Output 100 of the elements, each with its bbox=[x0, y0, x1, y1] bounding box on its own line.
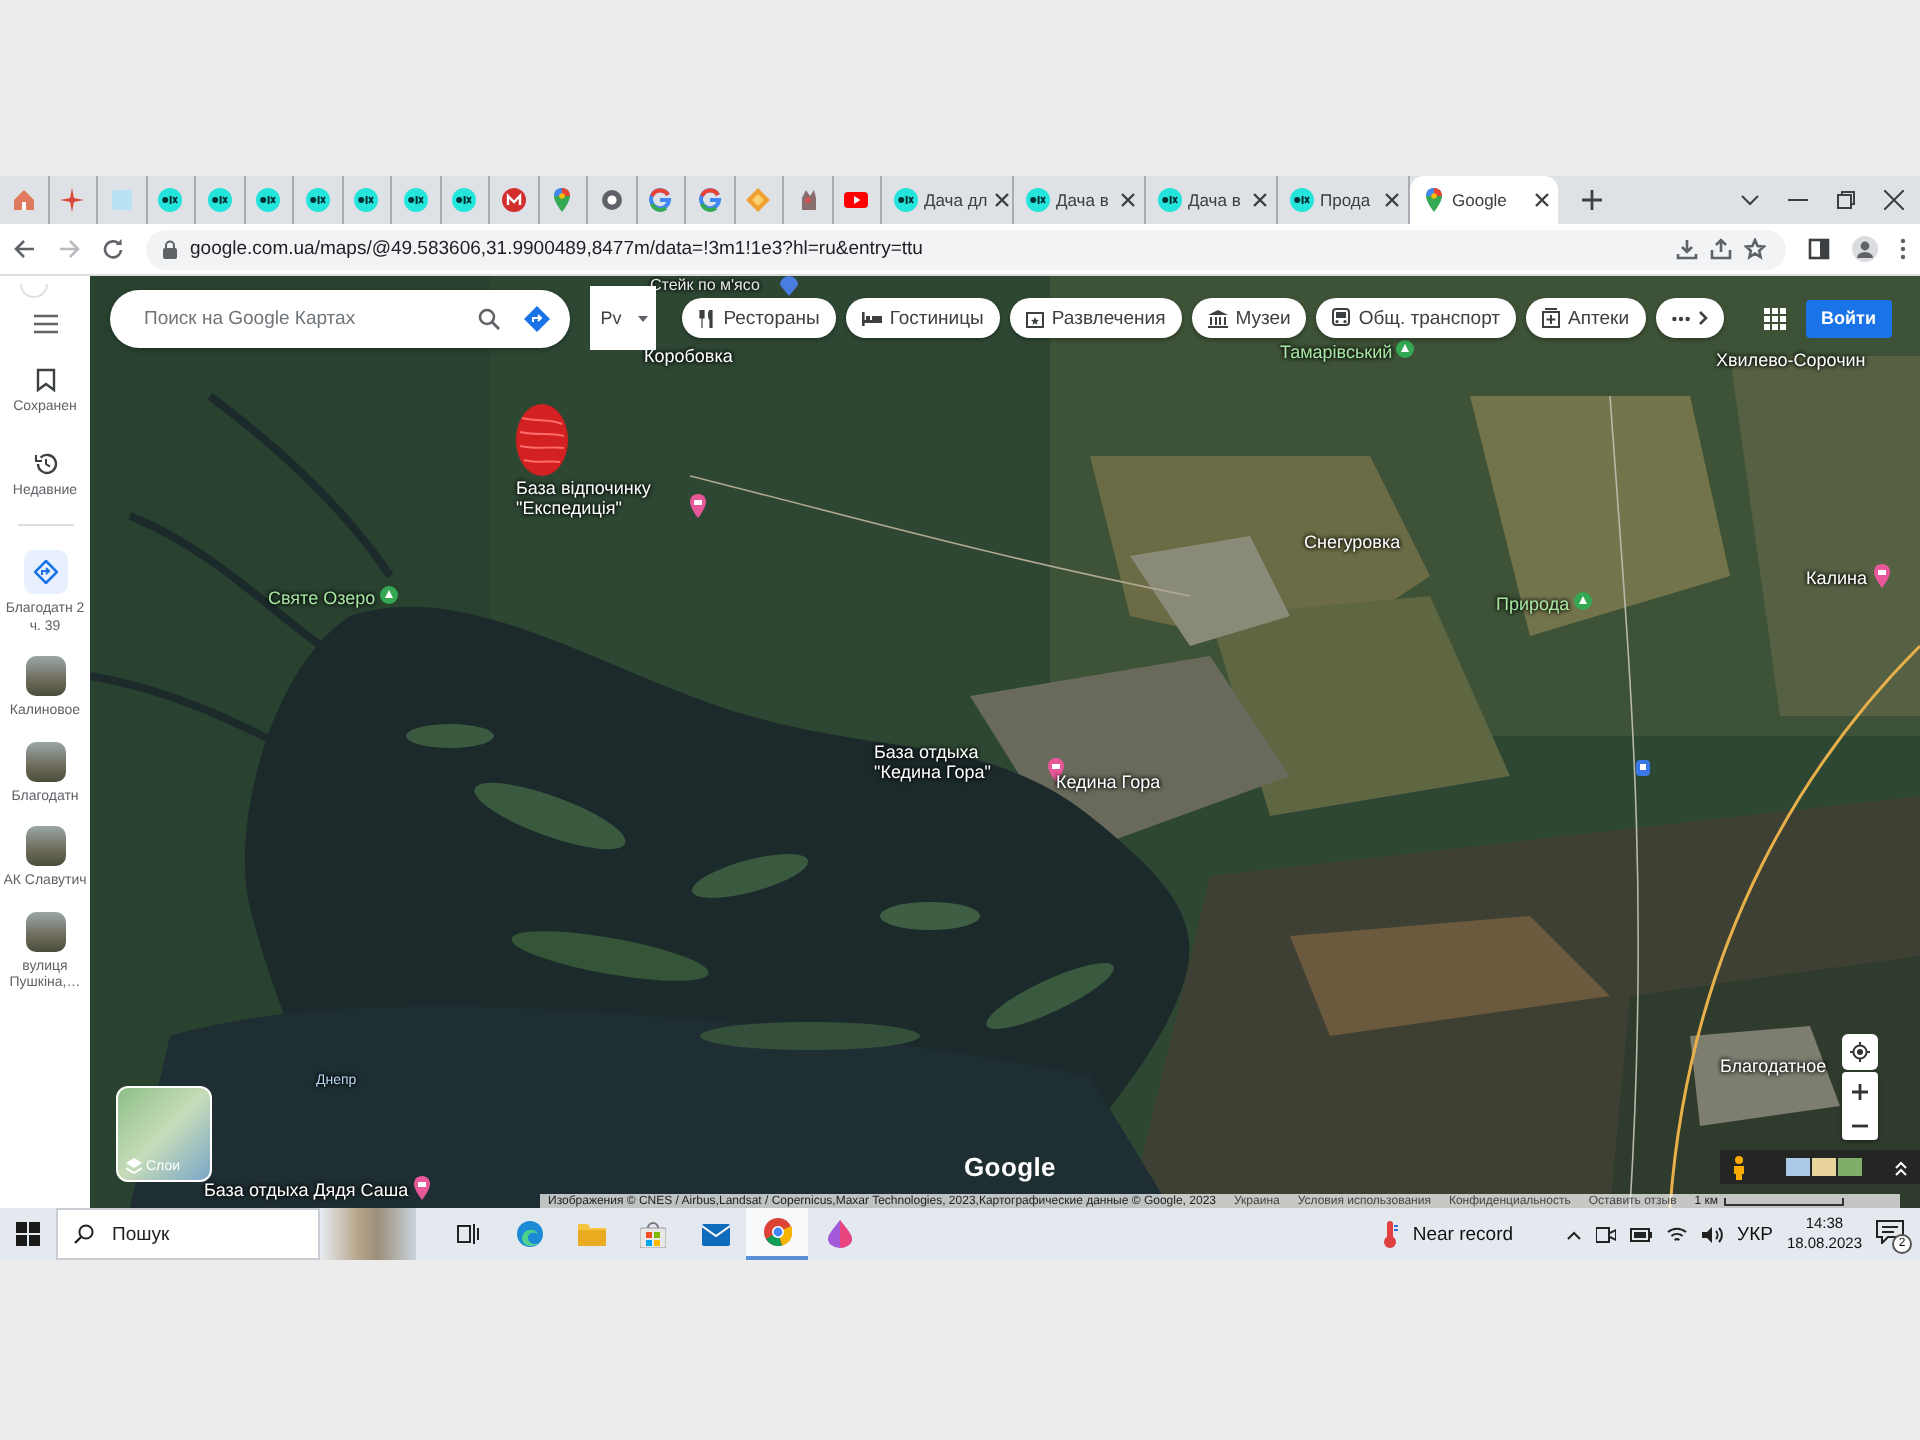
tree-icon bbox=[379, 586, 398, 608]
map-label[interactable]: База отдыха "Кедина Гора" bbox=[874, 742, 1042, 782]
lock-icon bbox=[162, 239, 178, 259]
camera-icon[interactable] bbox=[1595, 1225, 1616, 1243]
route-sign-icon bbox=[33, 560, 57, 584]
history-icon[interactable] bbox=[33, 451, 57, 475]
download-icon[interactable] bbox=[1676, 238, 1698, 260]
apps-grid-icon[interactable] bbox=[1763, 307, 1786, 329]
taskbar-search-bar[interactable]: Пошук bbox=[56, 1208, 320, 1260]
taskbar-search-field[interactable]: Пошук bbox=[108, 1221, 296, 1247]
category-chip[interactable]: Рестораны bbox=[681, 298, 836, 338]
my-location-button[interactable] bbox=[1842, 1034, 1878, 1070]
map-label[interactable]: Кедина Гора bbox=[1056, 772, 1161, 792]
shopping-bag-icon[interactable] bbox=[640, 1221, 666, 1247]
ticket-icon bbox=[1025, 309, 1044, 327]
zoom-in-icon[interactable] bbox=[1852, 1084, 1868, 1100]
map-label[interactable]: База отдыха Дядя Саша bbox=[204, 1180, 409, 1200]
place-marker-icon bbox=[780, 276, 798, 296]
sign-in-button[interactable]: Войти bbox=[1805, 299, 1892, 337]
browser-tab[interactable]: Google bbox=[1410, 176, 1558, 224]
round-logo-icon bbox=[894, 188, 918, 212]
swirl-icon[interactable] bbox=[515, 1220, 543, 1248]
poi-pin-icon bbox=[412, 1176, 433, 1200]
map-label[interactable]: Хвилево-Сорочин bbox=[1716, 350, 1866, 370]
close-icon[interactable] bbox=[1252, 192, 1268, 208]
plus-icon[interactable] bbox=[1582, 190, 1602, 210]
map-pin-icon bbox=[1422, 188, 1446, 212]
crosshair-icon bbox=[1850, 1042, 1870, 1062]
illustration-placeholder[interactable] bbox=[320, 1208, 416, 1260]
search-bar[interactable]: Поиск на Google Картах bbox=[110, 289, 571, 347]
wifi-icon[interactable] bbox=[1665, 1225, 1688, 1243]
reload-icon[interactable] bbox=[102, 238, 124, 260]
speaker-icon[interactable] bbox=[1701, 1225, 1724, 1243]
category-chip[interactable]: Развлечения bbox=[1009, 298, 1182, 338]
thermometer-icon[interactable] bbox=[1382, 1220, 1399, 1248]
search-icon bbox=[74, 1224, 94, 1244]
battery-icon[interactable] bbox=[1629, 1227, 1652, 1241]
close-icon[interactable] bbox=[1884, 190, 1904, 210]
close-icon[interactable] bbox=[1534, 192, 1550, 208]
category-chip[interactable]: Аптеки bbox=[1526, 298, 1646, 338]
directions-icon[interactable] bbox=[524, 305, 551, 331]
scribble-mark bbox=[514, 402, 570, 478]
notification-icon[interactable] bbox=[1876, 1220, 1904, 1244]
address-bar[interactable]: google.com.ua/maps/@49.583606,31.9900489,8477m/data=!3m1!1e3?hl=ru&entry=ttu bbox=[146, 229, 1786, 269]
chevron-right-icon bbox=[1697, 310, 1708, 326]
fork-knife-icon bbox=[697, 309, 716, 327]
map-label[interactable]: Святе Озеро bbox=[268, 588, 376, 608]
category-chip[interactable]: Общ. транспорт bbox=[1316, 298, 1517, 338]
round-logo-icon bbox=[403, 188, 428, 212]
play-icon bbox=[844, 188, 869, 212]
dropdown-field[interactable]: Pv bbox=[590, 286, 656, 350]
windows-logo-icon[interactable] bbox=[16, 1222, 40, 1246]
map-logo: Google bbox=[964, 1152, 1056, 1182]
diamond-icon bbox=[746, 188, 771, 212]
photo-placeholder[interactable] bbox=[25, 826, 65, 866]
envelope-icon[interactable] bbox=[701, 1223, 729, 1245]
search-field[interactable]: Поиск на Google Картах bbox=[140, 305, 455, 331]
chevron-down-icon[interactable] bbox=[1740, 190, 1760, 210]
close-icon[interactable] bbox=[1384, 192, 1400, 208]
map-label[interactable]: Тамарівський bbox=[1280, 342, 1393, 362]
map-label[interactable]: Благодатное bbox=[1720, 1056, 1827, 1076]
tree-icon bbox=[1396, 340, 1415, 362]
more-menu-icon[interactable] bbox=[1900, 238, 1906, 260]
map-label[interactable]: Коробовка bbox=[644, 346, 733, 366]
chevron-up-icon[interactable] bbox=[1565, 1229, 1582, 1239]
photo-placeholder[interactable] bbox=[25, 911, 65, 951]
close-icon[interactable] bbox=[993, 192, 1010, 208]
square-icon bbox=[109, 188, 134, 212]
map-label[interactable]: База відпочинку "Експедиція" bbox=[516, 478, 684, 518]
category-chip[interactable]: Музеи bbox=[1191, 298, 1307, 338]
menu-icon[interactable] bbox=[33, 314, 57, 334]
map-label[interactable]: Калина bbox=[1806, 568, 1868, 588]
photo-placeholder[interactable] bbox=[25, 656, 65, 696]
search-icon[interactable] bbox=[478, 307, 501, 329]
round-logo-icon bbox=[207, 188, 232, 212]
directions-icon[interactable] bbox=[23, 550, 67, 594]
browser-logo-icon[interactable] bbox=[763, 1218, 791, 1246]
star-icon[interactable] bbox=[1744, 238, 1766, 260]
task-view-icon[interactable] bbox=[455, 1222, 479, 1246]
more-dots-icon bbox=[1671, 315, 1690, 321]
profile-icon[interactable] bbox=[1852, 236, 1878, 262]
pegman-icon[interactable] bbox=[1732, 1155, 1746, 1179]
map-thumbnails-icon[interactable] bbox=[1786, 1158, 1862, 1176]
language-indicator[interactable]: УКР bbox=[1737, 1223, 1773, 1245]
close-icon[interactable] bbox=[1120, 192, 1136, 208]
weather-text[interactable]: Near record bbox=[1412, 1223, 1514, 1245]
multicolor-ring-icon bbox=[697, 188, 722, 212]
restore-icon[interactable] bbox=[1836, 190, 1856, 210]
share-icon[interactable] bbox=[1710, 238, 1732, 260]
bed-icon bbox=[861, 309, 882, 327]
multicolor-ring-icon bbox=[648, 188, 673, 212]
drop-icon[interactable] bbox=[827, 1220, 851, 1248]
bookmark-icon[interactable] bbox=[35, 368, 55, 392]
back-arrow-icon[interactable] bbox=[14, 238, 36, 260]
category-chip[interactable]: Гостиницы bbox=[845, 298, 1000, 338]
round-logo-icon bbox=[1290, 188, 1314, 212]
map-label[interactable]: Снегуровка bbox=[1304, 532, 1401, 552]
photo-placeholder[interactable] bbox=[25, 741, 65, 781]
side-panel-icon[interactable] bbox=[1808, 238, 1830, 260]
round-logo-icon bbox=[452, 188, 477, 212]
